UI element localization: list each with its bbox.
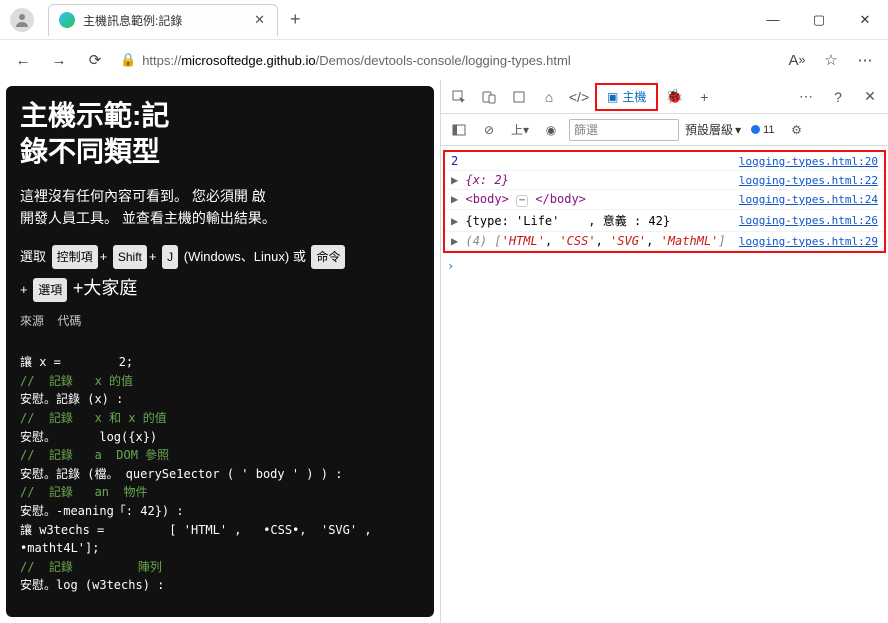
url-path: /Demos/devtools-console/logging-types.ht…: [316, 53, 571, 68]
more-tabs-button[interactable]: +: [690, 83, 718, 111]
favorite-icon[interactable]: ☆: [814, 44, 848, 76]
issue-counter[interactable]: 11: [747, 124, 778, 136]
source-link[interactable]: logging-types.html:22: [739, 174, 878, 187]
console-tab[interactable]: ▣ 主機: [595, 83, 658, 111]
window-close-button[interactable]: ✕: [842, 4, 888, 36]
code-block: 讓 x = 2; // 記錄 x 的值 安慰。記錄 (x) : // 記錄 x …: [20, 335, 420, 614]
window-minimize-button[interactable]: —: [750, 4, 796, 36]
console-row[interactable]: ▶ {type: 'Life' , 意義 : 42}logging-types.…: [445, 210, 884, 232]
kbd-shift: Shift: [113, 245, 147, 269]
elements-tab-icon[interactable]: ⌂: [535, 83, 563, 111]
clear-console-icon[interactable]: ⊘: [477, 118, 501, 142]
console-row[interactable]: 2logging-types.html:20: [445, 152, 884, 171]
edge-favicon-icon: [59, 12, 75, 28]
window-maximize-button[interactable]: ▢: [796, 4, 842, 36]
kbd-j: J: [162, 245, 178, 269]
code-header: 來源 代碼: [20, 312, 420, 329]
level-selector[interactable]: 預設層級 ▾: [685, 121, 741, 138]
console-message: ▶ <body> ⋯ </body>: [451, 192, 739, 207]
devtools-more-icon[interactable]: ⋯: [792, 83, 820, 111]
sidebar-toggle-icon[interactable]: [447, 118, 471, 142]
console-message: ▶ {x: 2}: [451, 173, 739, 187]
prompt-caret-icon: ›: [447, 259, 454, 273]
device-icon[interactable]: [475, 83, 503, 111]
url-host: microsoftedge.github.io: [181, 53, 315, 68]
devtools-help-icon[interactable]: ?: [824, 83, 852, 111]
source-link[interactable]: logging-types.html:26: [739, 214, 878, 227]
kbd-ctrl: 控制項: [52, 245, 98, 269]
source-link[interactable]: logging-types.html:20: [739, 155, 878, 168]
nav-forward-button[interactable]: →: [42, 44, 76, 76]
browser-tab[interactable]: 主機訊息範例:記錄 ✕: [48, 4, 278, 36]
console-message: ▶ (4) ['HTML', 'CSS', 'SVG', 'MathML']: [451, 234, 739, 248]
address-bar[interactable]: 🔒 https://microsoftedge.github.io/Demos/…: [114, 45, 778, 75]
kbd-cmd: 命令: [311, 245, 345, 269]
console-row[interactable]: ▶ (4) ['HTML', 'CSS', 'SVG', 'MathML']lo…: [445, 232, 884, 251]
nav-refresh-button[interactable]: ⟳: [78, 44, 112, 76]
console-row[interactable]: ▶ {x: 2}logging-types.html:22: [445, 171, 884, 190]
source-link[interactable]: logging-types.html:29: [739, 235, 878, 248]
console-row[interactable]: ▶ <body> ⋯ </body>logging-types.html:24: [445, 190, 884, 210]
console-message: 2: [451, 154, 739, 168]
url-scheme: https://: [142, 53, 181, 68]
kbd-option: 選項: [33, 278, 67, 302]
source-link[interactable]: logging-types.html:24: [739, 193, 878, 206]
context-selector[interactable]: 上 ▾: [507, 118, 533, 142]
console-settings-icon[interactable]: ⚙: [785, 118, 809, 142]
filter-input[interactable]: 篩選: [569, 119, 679, 141]
page-paragraph: 這裡沒有任何內容可看到。 您必須開 啟 開發人員工具。 並查看主機的輸出結果。: [20, 185, 420, 230]
devtools-panel: ⌂ </> ▣ 主機 🐞 + ⋯ ? ✕ ⊘ 上 ▾ ◉ 篩選 預設層級 ▾ 1…: [440, 80, 888, 623]
page-viewport: 主機示範:記 錄不同類型 這裡沒有任何內容可看到。 您必須開 啟 開發人員工具。…: [0, 80, 440, 623]
tab-title: 主機訊息範例:記錄: [83, 12, 252, 29]
keyboard-help: 選取 控制項+ Shift+ J (Windows、Linux) 或 命令 + …: [20, 244, 420, 306]
new-tab-button[interactable]: +: [278, 9, 313, 30]
console-message: ▶ {type: 'Life' , 意義 : 42}: [451, 212, 739, 229]
console-prompt[interactable]: ›: [441, 255, 888, 277]
devtools-close-icon[interactable]: ✕: [856, 83, 884, 111]
tab-close-icon[interactable]: ✕: [252, 12, 267, 28]
welcome-tab-icon[interactable]: [505, 83, 533, 111]
console-icon: ▣: [607, 90, 618, 104]
live-expression-icon[interactable]: ◉: [539, 118, 563, 142]
lock-icon: 🔒: [120, 52, 136, 68]
sources-tab-icon[interactable]: </>: [565, 83, 593, 111]
menu-icon[interactable]: ⋯: [848, 44, 882, 76]
inspect-icon[interactable]: [445, 83, 473, 111]
profile-avatar[interactable]: [10, 8, 34, 32]
page-heading: 主機示範:記 錄不同類型: [20, 98, 420, 171]
bug-icon[interactable]: 🐞: [660, 83, 688, 111]
console-tab-label: 主機: [622, 88, 646, 105]
read-aloud-icon[interactable]: A»: [780, 44, 814, 76]
nav-back-button[interactable]: ←: [6, 44, 40, 76]
